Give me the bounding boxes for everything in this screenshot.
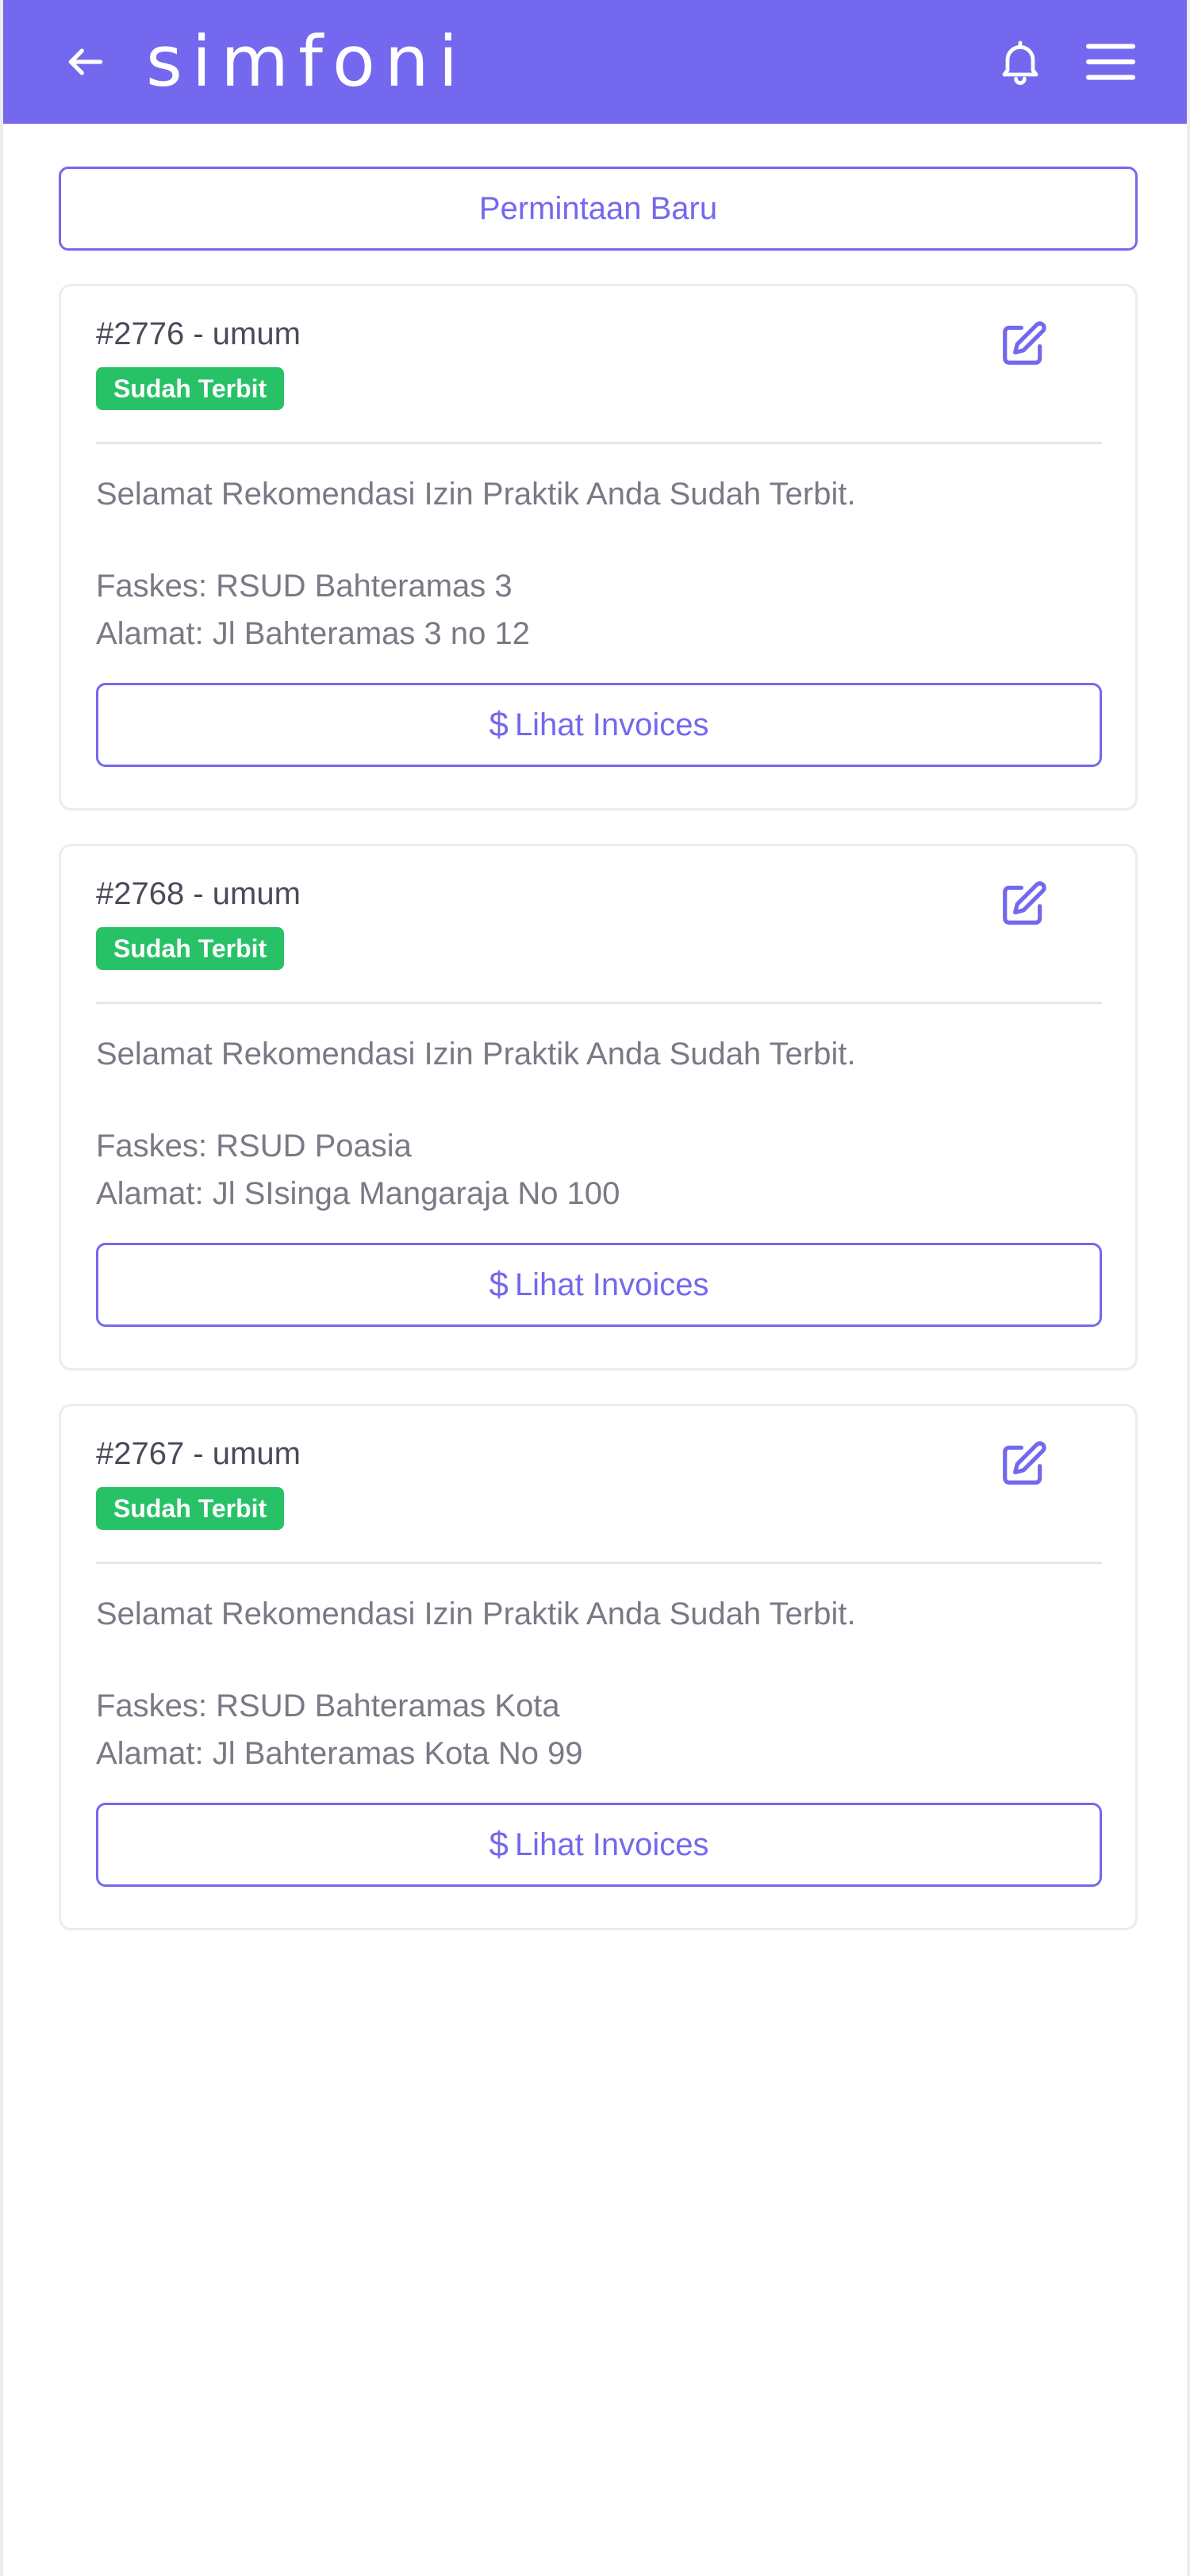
request-card: #2768 - umum Sudah Terbit Selamat Rekome… xyxy=(59,844,1138,1370)
new-request-label: Permintaan Baru xyxy=(478,190,718,226)
dollar-icon: $ xyxy=(489,1265,509,1304)
notifications-button[interactable] xyxy=(990,32,1050,92)
alamat-text: Alamat: Jl Bahteramas Kota No 99 xyxy=(96,1736,583,1771)
status-badge: Sudah Terbit xyxy=(96,1487,285,1530)
divider xyxy=(96,442,1102,444)
divider xyxy=(96,1002,1102,1004)
faskes-text: Faskes: RSUD Bahteramas 3 xyxy=(96,569,512,604)
status-badge: Sudah Terbit xyxy=(96,367,285,410)
edit-icon xyxy=(1003,1441,1046,1485)
faskes-text: Faskes: RSUD Bahteramas Kota xyxy=(96,1689,560,1723)
bell-icon xyxy=(1002,40,1038,85)
new-request-button[interactable]: Permintaan Baru xyxy=(59,167,1138,251)
edit-button[interactable] xyxy=(996,316,1051,372)
menu-button[interactable] xyxy=(1079,32,1142,92)
view-invoices-button[interactable]: $ Lihat Invoices xyxy=(96,683,1102,767)
logo-text: simfoni xyxy=(146,20,468,102)
app-logo: simfoni xyxy=(146,17,467,105)
dollar-icon: $ xyxy=(489,705,509,744)
view-invoices-label: Lihat Invoices xyxy=(514,1267,709,1302)
request-id: #2776 - umum xyxy=(96,316,301,351)
request-card: #2767 - umum Sudah Terbit Selamat Rekome… xyxy=(59,1404,1138,1930)
card-message: Selamat Rekomendasi Izin Praktik Anda Su… xyxy=(96,1597,856,1631)
request-id: #2767 - umum xyxy=(96,1436,301,1471)
app-screen: simfoni Permintaan Baru #2776 - umum Sud… xyxy=(0,0,1190,2576)
view-invoices-label: Lihat Invoices xyxy=(514,1827,709,1862)
view-invoices-button[interactable]: $ Lihat Invoices xyxy=(96,1243,1102,1327)
request-card: #2776 - umum Sudah Terbit Selamat Rekome… xyxy=(59,284,1138,811)
edit-button[interactable] xyxy=(996,1436,1051,1492)
hamburger-menu-icon xyxy=(1085,44,1136,80)
view-invoices-label: Lihat Invoices xyxy=(514,707,709,742)
request-id: #2768 - umum xyxy=(96,876,301,911)
dollar-icon: $ xyxy=(489,1825,509,1864)
edit-icon xyxy=(1003,321,1046,365)
card-message: Selamat Rekomendasi Izin Praktik Anda Su… xyxy=(96,477,856,512)
divider xyxy=(96,1562,1102,1564)
status-badge: Sudah Terbit xyxy=(96,927,285,970)
edit-icon xyxy=(1003,881,1046,925)
view-invoices-button[interactable]: $ Lihat Invoices xyxy=(96,1803,1102,1887)
arrow-left-icon xyxy=(68,48,103,75)
top-bar: simfoni xyxy=(3,0,1187,124)
back-button[interactable] xyxy=(60,36,111,87)
faskes-text: Faskes: RSUD Poasia xyxy=(96,1129,412,1163)
edit-button[interactable] xyxy=(996,876,1051,932)
alamat-text: Alamat: Jl SIsinga Mangaraja No 100 xyxy=(96,1176,620,1211)
alamat-text: Alamat: Jl Bahteramas 3 no 12 xyxy=(96,616,530,651)
card-message: Selamat Rekomendasi Izin Praktik Anda Su… xyxy=(96,1037,856,1071)
